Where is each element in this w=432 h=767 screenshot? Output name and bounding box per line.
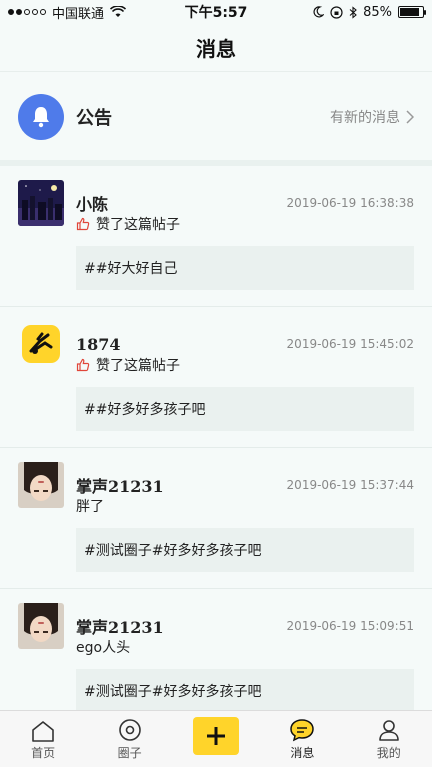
tab-label: 圈子 bbox=[117, 746, 142, 760]
comment-text: ego人头 bbox=[76, 640, 131, 656]
battery-label: 85% bbox=[363, 4, 392, 20]
timestamp: 2019-06-19 16:38:38 bbox=[286, 196, 414, 210]
plus-icon bbox=[206, 727, 225, 745]
moon-icon bbox=[313, 6, 325, 18]
tab-create[interactable] bbox=[176, 717, 256, 761]
page-title: 消息 bbox=[196, 37, 236, 61]
sender-name[interactable]: 掌声21231 bbox=[76, 473, 164, 497]
home-icon bbox=[32, 721, 54, 742]
timestamp: 2019-06-19 15:09:51 bbox=[286, 619, 414, 633]
tab-label: 消息 bbox=[290, 746, 315, 760]
signal-icon bbox=[8, 9, 46, 15]
message-item[interactable]: 1874 2019-06-19 15:45:02 赞了这篇帖子 ##好多好多孩子… bbox=[0, 307, 432, 448]
message-item[interactable]: 掌声21231 2019-06-19 15:09:51 ego人头 #测试圈子#… bbox=[0, 589, 432, 710]
tab-home[interactable]: 首页 bbox=[3, 720, 83, 761]
announcement-row[interactable]: 公告 有新的消息 bbox=[0, 74, 432, 160]
action-text: 赞了这篇帖子 bbox=[96, 358, 180, 374]
message-icon bbox=[290, 719, 315, 742]
tab-bar: 首页 圈子 消息 我的 bbox=[0, 710, 432, 767]
tab-label: 我的 bbox=[376, 746, 401, 760]
status-bar: 中国联通 下午5:57 85% bbox=[0, 0, 432, 24]
profile-icon bbox=[378, 720, 399, 741]
avatar[interactable] bbox=[18, 603, 64, 649]
message-item[interactable]: 小陈 2019-06-19 16:38:38 赞了这篇帖子 ##好大好自己 bbox=[0, 166, 432, 307]
timestamp: 2019-06-19 15:37:44 bbox=[286, 478, 414, 492]
sender-name[interactable]: 1874 bbox=[76, 335, 121, 354]
avatar[interactable] bbox=[18, 462, 64, 508]
avatar[interactable] bbox=[18, 180, 64, 226]
like-action: 赞了这篇帖子 bbox=[76, 355, 414, 375]
post-quote[interactable]: ##好大好自己 bbox=[76, 246, 414, 290]
post-quote[interactable]: #测试圈子#好多好多孩子吧 bbox=[76, 669, 414, 710]
status-left: 中国联通 bbox=[8, 3, 127, 22]
message-item[interactable]: 掌声21231 2019-06-19 15:37:44 胖了 #测试圈子#好多好… bbox=[0, 448, 432, 589]
tab-messages[interactable]: 消息 bbox=[262, 718, 342, 761]
action-text: 赞了这篇帖子 bbox=[96, 217, 180, 233]
thumbs-up-icon bbox=[76, 358, 90, 372]
announcement-title: 公告 bbox=[76, 108, 112, 129]
avatar[interactable] bbox=[18, 321, 64, 367]
timestamp: 2019-06-19 15:45:02 bbox=[286, 337, 414, 351]
thumbs-up-icon bbox=[76, 217, 90, 231]
announcement-link-label: 有新的消息 bbox=[330, 110, 400, 126]
post-quote[interactable]: #测试圈子#好多好多孩子吧 bbox=[76, 528, 414, 572]
sender-name[interactable]: 小陈 bbox=[76, 191, 108, 215]
announcement-bell-icon bbox=[18, 94, 64, 140]
wifi-icon bbox=[110, 6, 127, 17]
rotation-lock-icon bbox=[330, 5, 343, 19]
navigation-bar: 消息 bbox=[0, 24, 432, 72]
tab-circle[interactable]: 圈子 bbox=[90, 718, 170, 761]
battery-icon bbox=[398, 6, 426, 18]
bluetooth-icon bbox=[349, 5, 357, 19]
announcement-link[interactable]: 有新的消息 bbox=[330, 107, 414, 127]
sender-name[interactable]: 掌声21231 bbox=[76, 614, 164, 638]
like-action: 赞了这篇帖子 bbox=[76, 214, 414, 234]
chevron-right-icon bbox=[406, 110, 414, 124]
create-post-button[interactable] bbox=[192, 717, 239, 755]
post-quote[interactable]: ##好多好多孩子吧 bbox=[76, 387, 414, 431]
tab-profile[interactable]: 我的 bbox=[349, 718, 429, 761]
comment-text: 胖了 bbox=[76, 499, 104, 515]
status-right: 85% bbox=[312, 4, 426, 20]
message-list[interactable]: 小陈 2019-06-19 16:38:38 赞了这篇帖子 ##好大好自己 18… bbox=[0, 166, 432, 710]
carrier-label: 中国联通 bbox=[52, 6, 105, 22]
tab-label: 首页 bbox=[31, 746, 56, 760]
circle-icon bbox=[118, 719, 141, 741]
